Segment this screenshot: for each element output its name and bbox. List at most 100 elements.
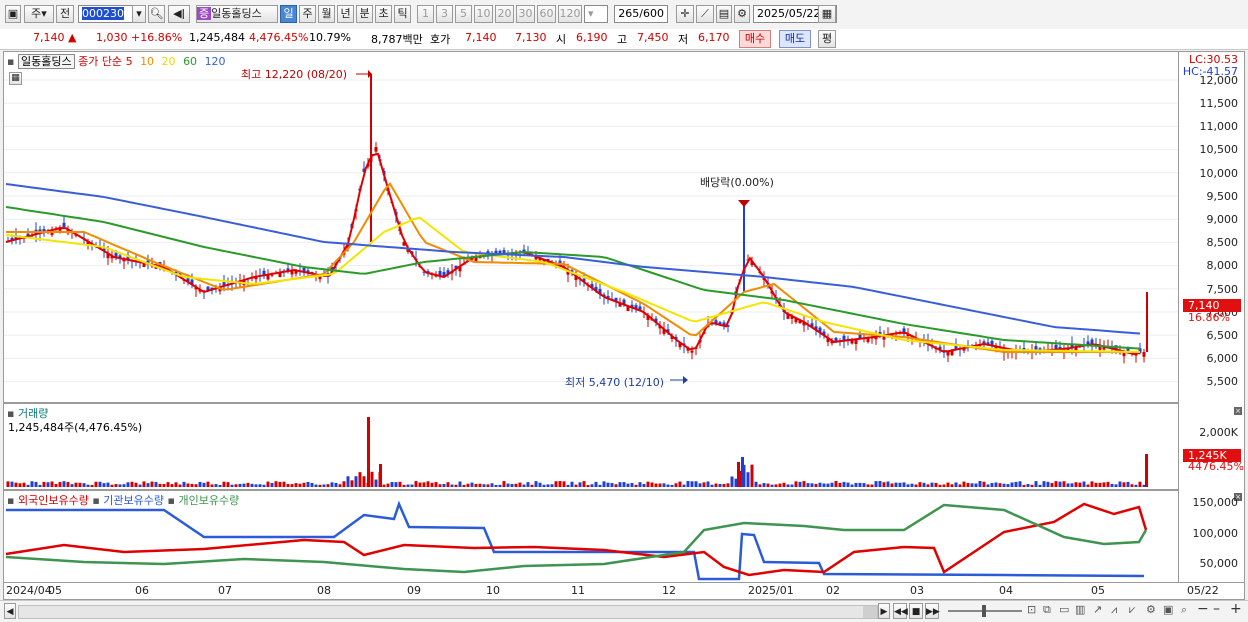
interval-1-button[interactable]: 1: [417, 5, 434, 23]
copy-icon[interactable]: ⧉: [1043, 603, 1051, 617]
pane-divider-holding[interactable]: [3, 489, 1245, 491]
period-day-tab[interactable]: 일: [280, 5, 297, 23]
volume-bar: [790, 484, 794, 487]
custom-interval-select[interactable]: ▾: [584, 5, 608, 23]
signal-icon[interactable]: ⩗: [1129, 603, 1135, 617]
period-week-tab[interactable]: 주: [299, 5, 316, 23]
volume-bar: [970, 483, 974, 487]
x-axis[interactable]: 2024/04 05 06 07 08 09 10 11 12 2025/01 …: [3, 583, 1245, 600]
volume-bar: [146, 483, 150, 487]
high-label: 고: [617, 33, 628, 46]
scroll-right-icon[interactable]: ▶: [878, 603, 890, 619]
zoom-slider[interactable]: [948, 605, 1022, 617]
market-select[interactable]: 주▾: [24, 5, 54, 23]
speaker-icon[interactable]: ◀ǀ: [168, 5, 190, 23]
volume-bar: [406, 484, 410, 487]
ma5-label[interactable]: 5: [126, 55, 133, 68]
volume-bar: [722, 483, 726, 487]
x-label: 02: [826, 584, 840, 597]
volume-bar: [338, 484, 342, 487]
chart-window-icon[interactable]: ▣: [5, 5, 21, 23]
ma20-label[interactable]: 20: [162, 55, 176, 68]
interval-120-button[interactable]: 120: [558, 5, 582, 23]
institution-holding-label[interactable]: 기관보유수량: [103, 494, 164, 507]
interval-3-button[interactable]: 3: [436, 5, 453, 23]
volume-bar: [598, 484, 602, 487]
zoom-slider-thumb[interactable]: [982, 605, 986, 617]
ma10-label[interactable]: 10: [140, 55, 154, 68]
search-icon[interactable]: 🔍︎: [148, 5, 165, 23]
volume-bar: [814, 483, 818, 487]
code-dropdown-icon[interactable]: ▾: [132, 5, 146, 23]
grid-toggle-icon[interactable]: ▦: [9, 72, 22, 85]
image-icon[interactable]: ▣: [1163, 603, 1173, 616]
interval-30-button[interactable]: 30: [516, 5, 535, 23]
period-tick-tab[interactable]: 틱: [394, 5, 411, 23]
fast-forward-icon[interactable]: ▶▶: [925, 603, 940, 619]
stop-icon[interactable]: ■: [909, 603, 923, 619]
window-icon[interactable]: ▭: [1059, 603, 1069, 616]
eval-button[interactable]: 평: [818, 30, 836, 48]
volume-bar: [886, 481, 890, 487]
count-input[interactable]: 265/600: [614, 5, 668, 23]
quote-bar: 7,140 ▲ 1,030 +16.86% 1,245,484 4,476.45…: [0, 29, 1248, 50]
volume-bar: [646, 481, 650, 487]
pattern-icon[interactable]: ⩘: [1111, 603, 1117, 617]
interval-5-button[interactable]: 5: [455, 5, 472, 23]
crosshair-icon[interactable]: ✛: [676, 5, 694, 23]
scroll-left-icon[interactable]: ◀: [4, 603, 16, 619]
trend-up-icon[interactable]: ↗: [1093, 603, 1102, 616]
prev-button[interactable]: 전: [56, 5, 74, 23]
volume-bar: [1102, 482, 1106, 487]
volume-bar: [122, 484, 126, 487]
settings-icon[interactable]: ⚙: [1146, 603, 1156, 616]
zoom-in-icon[interactable]: +: [1230, 601, 1242, 617]
scroll-thumb[interactable]: [863, 606, 877, 618]
volume-bar: [1134, 484, 1138, 487]
y-axis[interactable]: LC:30.53 HC:-41.57 12,000 11,500 11,000 …: [1179, 51, 1245, 583]
zoom-search-icon[interactable]: ⌕: [1181, 603, 1187, 617]
stock-name-field[interactable]: 증 일동홀딩스: [196, 5, 278, 23]
volume-bar: [502, 481, 506, 487]
pane-menu-icon[interactable]: ▪: [7, 494, 14, 507]
volume-bar: [86, 484, 90, 487]
volume-bar: [934, 482, 938, 487]
ma60-label[interactable]: 60: [183, 55, 197, 68]
stock-name-tag[interactable]: 일동홀딩스: [17, 54, 75, 69]
interval-20-button[interactable]: 20: [495, 5, 514, 23]
volume-bar: [350, 480, 354, 487]
count-value: 265: [618, 7, 640, 20]
pane-menu-icon[interactable]: ▪: [7, 55, 14, 68]
period-year-tab[interactable]: 년: [337, 5, 354, 23]
period-second-tab[interactable]: 초: [375, 5, 392, 23]
volume-bar: [682, 484, 686, 487]
minus-icon[interactable]: –: [1213, 601, 1220, 617]
individual-holding-label[interactable]: 개인보유수량: [178, 494, 239, 507]
zoom-out-icon[interactable]: −: [1197, 601, 1209, 617]
sell-button[interactable]: 매도: [779, 30, 811, 48]
buy-button[interactable]: 매수: [739, 30, 771, 48]
interval-10-button[interactable]: 10: [474, 5, 493, 23]
line-tool-icon[interactable]: ⟋: [696, 5, 714, 23]
gear-icon[interactable]: ⚙: [734, 5, 750, 23]
volume-bar: [334, 482, 338, 487]
save-icon[interactable]: ▤: [716, 5, 732, 23]
tile-icon[interactable]: ▥: [1075, 603, 1085, 616]
foreign-holding-label[interactable]: 외국인보유수량: [18, 494, 89, 507]
period-month-tab[interactable]: 월: [318, 5, 335, 23]
period-minute-tab[interactable]: 분: [356, 5, 373, 23]
interval-60-button[interactable]: 60: [537, 5, 556, 23]
layout-icon[interactable]: ⊡: [1027, 603, 1036, 616]
horizontal-scrollbar[interactable]: [18, 605, 878, 619]
volume-bar: [1122, 482, 1126, 487]
calendar-icon[interactable]: ▦: [818, 5, 836, 23]
pane-divider-volume[interactable]: [3, 402, 1245, 404]
rewind-icon[interactable]: ◀◀: [893, 603, 908, 619]
volume-bar: [566, 484, 570, 487]
volume-bar: [474, 483, 478, 487]
ma120-label[interactable]: 120: [205, 55, 226, 68]
volume-bar: [770, 484, 774, 487]
pane-close-icon[interactable]: ×: [1234, 407, 1242, 415]
y-tick: 10,500: [1199, 143, 1239, 156]
volume-bar: [214, 484, 218, 487]
